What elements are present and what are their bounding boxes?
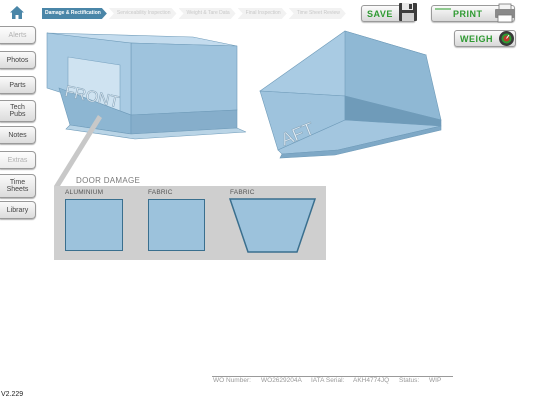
step-damage-rectification[interactable]: Damage & Rectification (42, 8, 107, 19)
aft-container[interactable] (259, 30, 442, 159)
step-label: Weight & Tare Data (186, 10, 230, 16)
weigh-label: WEIGH (460, 34, 493, 44)
sidebar-item-time-sheets[interactable]: Time Sheets (0, 174, 36, 198)
option-label-fabric: FABRIC (148, 189, 173, 196)
gauge-icon (499, 31, 514, 46)
step-label: Final Inspection (245, 10, 281, 16)
sidebar-item-label: Extras (7, 156, 28, 164)
workflow-steps: Damage & Rectification Serviceability In… (42, 8, 348, 19)
sidebar-item-label: Tech Pubs (9, 104, 26, 118)
iata-serial-value: AKH4774JQ (353, 377, 390, 384)
floppy-disk-icon (399, 3, 417, 21)
status-label: Status: (399, 377, 420, 384)
wo-number-value: WO2629204A (261, 377, 302, 384)
sidebar-item-label: Notes (8, 131, 27, 139)
sidebar-item-label: Photos (6, 56, 29, 64)
front-container[interactable] (46, 32, 247, 140)
sidebar-item-label: Parts (9, 81, 26, 89)
home-icon (10, 6, 24, 19)
door-damage-title: DOOR DAMAGE (76, 176, 141, 185)
aluminium-door-option[interactable] (65, 199, 123, 251)
sidebar-item-photos[interactable]: Photos (0, 51, 36, 69)
version-label: V2.229 (1, 391, 24, 398)
step-label: Damage & Rectification (45, 10, 101, 16)
sidebar-item-extras[interactable]: Extras (0, 151, 36, 169)
printer-icon (495, 3, 515, 23)
save-label: SAVE (367, 9, 393, 19)
option-label-aluminium: ALUMINIUM (65, 189, 104, 196)
sidebar-item-alerts[interactable]: Alerts (0, 26, 36, 44)
save-button[interactable]: SAVE (361, 3, 417, 22)
weigh-button[interactable]: WEIGH (454, 30, 516, 47)
wo-number-label: WO Number: (213, 377, 251, 384)
step-time-sheet-review[interactable]: Time Sheet Review (289, 8, 346, 19)
option-label-fabric-trapezoid: FABRIC (230, 189, 255, 196)
print-label: PRINT (453, 9, 483, 19)
step-label: Serviceability Inspection (116, 10, 171, 16)
step-label: Time Sheet Review (296, 10, 340, 16)
sidebar-item-parts[interactable]: Parts (0, 76, 36, 94)
step-weight-tare[interactable]: Weight & Tare Data (179, 8, 236, 19)
sidebar-item-notes[interactable]: Notes (0, 126, 36, 144)
fabric-trapezoid-door-option[interactable] (229, 198, 316, 253)
status-value: WIP (429, 377, 442, 384)
sidebar-item-label: Library (6, 206, 29, 214)
sidebar-item-label: Time Sheets (6, 179, 29, 193)
home-button[interactable] (8, 4, 26, 22)
footer-info: WO Number: WO2629204A IATA Serial: AKH47… (213, 377, 441, 384)
step-serviceability[interactable]: Serviceability Inspection (109, 8, 177, 19)
sidebar-item-label: Alerts (8, 31, 27, 39)
fabric-door-option[interactable] (148, 199, 205, 251)
sidebar-item-tech-pubs[interactable]: Tech Pubs (0, 100, 36, 122)
iata-serial-label: IATA Serial: (311, 377, 345, 384)
step-final-inspection[interactable]: Final Inspection (238, 8, 287, 19)
sidebar-item-library[interactable]: Library (0, 201, 36, 219)
print-decoration (435, 8, 451, 10)
print-button[interactable]: PRINT (431, 3, 515, 23)
